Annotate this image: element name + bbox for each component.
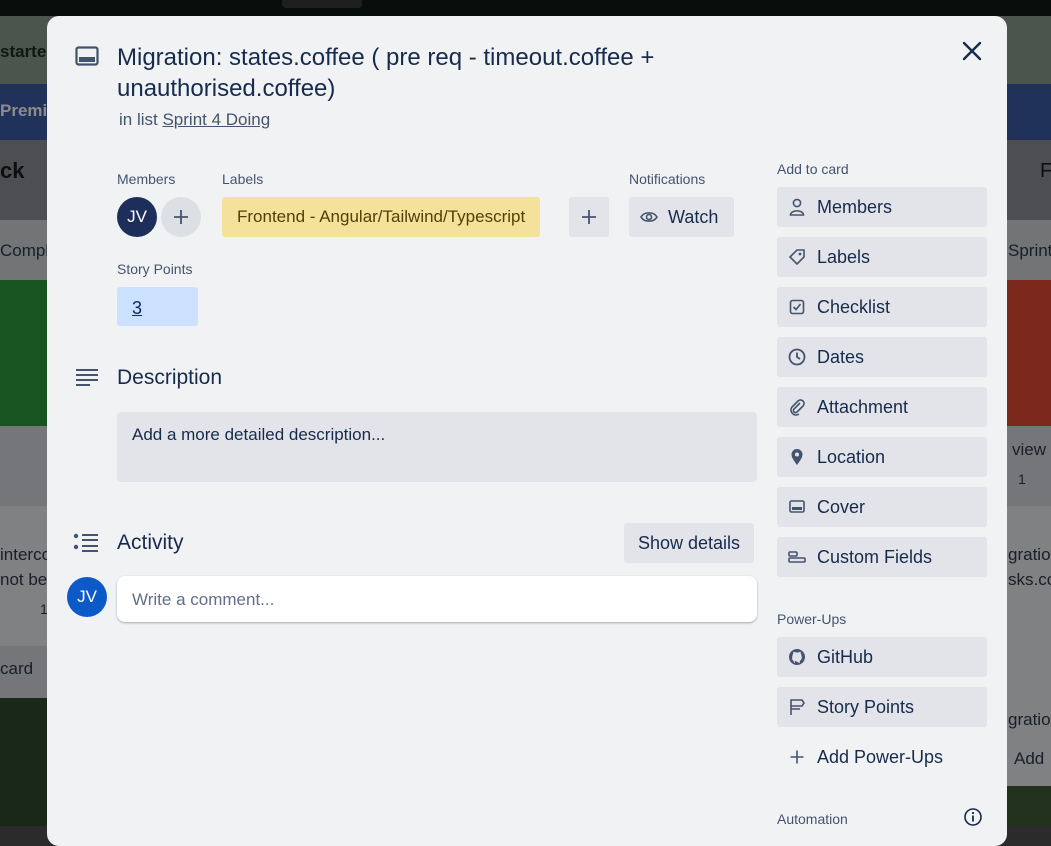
map-pin-icon	[787, 447, 807, 467]
sidebar-button-label: Cover	[817, 496, 866, 517]
plus-icon	[787, 747, 807, 767]
close-button[interactable]	[959, 38, 985, 64]
watch-button[interactable]: Watch	[629, 197, 734, 237]
notifications-label: Notifications	[629, 171, 706, 187]
sidebar-button-github[interactable]: GitHub	[777, 637, 987, 677]
comment-input[interactable]: Write a comment...	[117, 576, 757, 622]
sidebar-button-location[interactable]: Location	[777, 437, 987, 477]
add-to-card-label: Add to card	[777, 161, 849, 177]
sidebar-button-attachment[interactable]: Attachment	[777, 387, 987, 427]
eye-icon	[640, 210, 658, 224]
current-user-avatar[interactable]: JV	[67, 577, 107, 617]
paperclip-icon	[787, 397, 807, 417]
powerups-label: Power-Ups	[777, 611, 847, 627]
sidebar-button-cover[interactable]: Cover	[777, 487, 987, 527]
add-label-button[interactable]	[569, 197, 609, 237]
list-link[interactable]: Sprint 4 Doing	[162, 110, 270, 129]
story-points-label: Story Points	[117, 261, 193, 277]
sidebar-button-story-points[interactable]: Story Points	[777, 687, 987, 727]
description-heading: Description	[117, 366, 223, 389]
custom-fields-icon	[787, 547, 807, 567]
github-icon	[787, 647, 807, 667]
sidebar-button-custom-fields[interactable]: Custom Fields	[777, 537, 987, 577]
info-icon[interactable]	[964, 808, 982, 826]
member-avatar[interactable]: JV	[117, 197, 157, 237]
sidebar-button-label: GitHub	[817, 646, 874, 667]
watch-label: Watch	[668, 206, 719, 227]
tag-icon	[787, 247, 807, 267]
in-list-prefix: in list	[119, 110, 158, 129]
story-points-value[interactable]: 3	[117, 287, 198, 326]
sidebar-button-label: Checklist	[817, 296, 891, 317]
sidebar-button-label: Dates	[817, 346, 865, 367]
plus-icon	[174, 210, 188, 224]
description-icon	[75, 368, 99, 388]
sidebar-button-label: Attachment	[817, 396, 909, 417]
cover-icon	[787, 497, 807, 517]
label-chip-frontend[interactable]: Frontend - Angular/Tailwind/Typescript	[222, 197, 541, 237]
add-member-button[interactable]	[161, 197, 201, 237]
close-icon	[962, 41, 982, 61]
plus-icon	[582, 210, 596, 224]
person-icon	[787, 197, 807, 217]
activity-icon	[73, 532, 99, 554]
sidebar-button-label: Location	[817, 446, 886, 467]
activity-heading: Activity	[117, 531, 184, 554]
automation-label: Automation	[777, 811, 848, 827]
sidebar-button-checklist[interactable]: Checklist	[777, 287, 987, 327]
sidebar-button-label: Custom Fields	[817, 546, 933, 567]
sidebar-button-label: Story Points	[817, 696, 915, 717]
add-powerups-button[interactable]: Add Power-Ups	[777, 737, 987, 777]
labels-label: Labels	[222, 171, 264, 187]
sidebar-button-label: Add Power-Ups	[817, 746, 944, 767]
card-list-info: in list Sprint 4 Doing	[119, 110, 270, 130]
members-label: Members	[117, 171, 176, 187]
card-detail-modal: Migration: states.coffee ( pre req - tim…	[47, 16, 1007, 846]
sidebar-button-label: Labels	[817, 246, 871, 267]
card-title[interactable]: Migration: states.coffee ( pre req - tim…	[117, 42, 737, 104]
clock-icon	[787, 347, 807, 367]
sidebar-button-dates[interactable]: Dates	[777, 337, 987, 377]
show-details-button[interactable]: Show details	[624, 523, 754, 563]
sidebar-button-label: Members	[817, 196, 893, 217]
story-points-icon	[787, 697, 807, 717]
checkbox-icon	[787, 297, 807, 317]
card-icon	[75, 46, 99, 68]
sidebar-button-labels[interactable]: Labels	[777, 237, 987, 277]
description-editor[interactable]: Add a more detailed description...	[117, 412, 757, 482]
sidebar-button-members[interactable]: Members	[777, 187, 987, 227]
